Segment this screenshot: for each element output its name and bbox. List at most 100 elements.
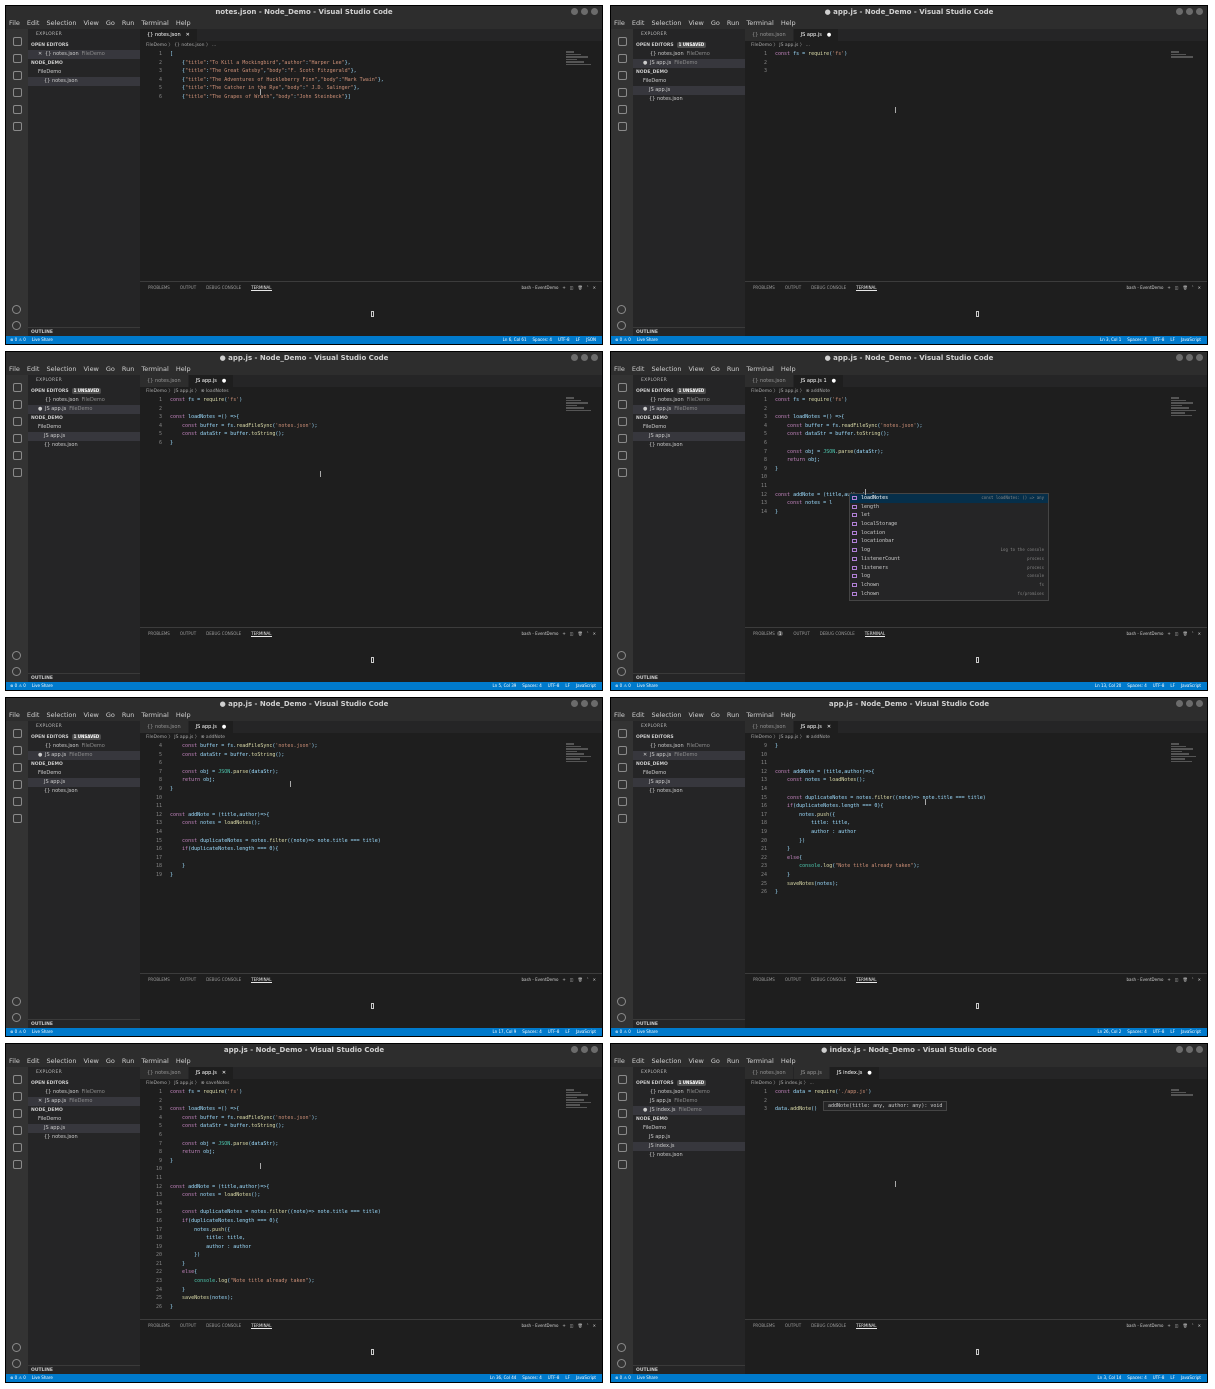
menu-run[interactable]: Run (727, 1056, 739, 1067)
close-button[interactable] (591, 8, 598, 15)
account-icon[interactable] (12, 997, 21, 1006)
close-button[interactable] (591, 354, 598, 361)
status-item[interactable]: LF (1170, 1374, 1175, 1382)
open-editor-item[interactable]: {} notes.json FileDemo (633, 742, 745, 751)
status-item[interactable]: Spaces: 4 (522, 682, 541, 690)
menu-view[interactable]: View (688, 18, 703, 29)
menu-file[interactable]: File (9, 18, 20, 29)
trash-icon[interactable]: 🗑 (578, 285, 583, 290)
split-icon[interactable]: ◫ (570, 1323, 574, 1328)
outline-header[interactable]: OUTLINE (633, 327, 745, 336)
suggestion-item[interactable]: listeners process (850, 564, 1048, 573)
plus-icon[interactable]: + (1167, 285, 1170, 290)
live-share-status[interactable]: Live Share (32, 1028, 53, 1036)
extensions-icon[interactable] (12, 105, 22, 114)
terminal-selector[interactable]: bash - EventDemo (521, 977, 558, 982)
extensions-icon[interactable] (617, 105, 627, 114)
editor-tab[interactable]: {} notes.json (745, 29, 794, 41)
live-share-status[interactable]: Live Share (32, 682, 53, 690)
panel-tab-problems[interactable]: PROBLEMS (148, 285, 170, 291)
open-editors-header[interactable]: OPEN EDITORS 1 UNSAVED (28, 387, 140, 396)
account-icon[interactable] (617, 305, 626, 314)
maximize-button[interactable] (581, 8, 588, 15)
panel-tab-problems[interactable]: PROBLEMS (148, 631, 170, 637)
search-icon[interactable] (12, 400, 22, 409)
live-share-icon[interactable] (12, 468, 22, 477)
close-icon[interactable]: ✕ (593, 285, 596, 290)
terminal-selector[interactable]: bash - EventDemo (1126, 631, 1163, 636)
plus-icon[interactable]: + (1167, 977, 1170, 982)
menu-file[interactable]: File (614, 710, 625, 721)
menu-edit[interactable]: Edit (632, 1056, 645, 1067)
status-item[interactable]: Ln 5, Col 39 (492, 682, 516, 690)
open-editors-header[interactable]: OPEN EDITORS 1 UNSAVED (633, 41, 745, 50)
panel-tab-terminal[interactable]: TERMINAL (251, 977, 272, 983)
editor-tab[interactable]: JS app.js ✕ (188, 1067, 235, 1079)
live-share-icon[interactable] (12, 814, 22, 823)
status-item[interactable]: LF (1170, 682, 1175, 690)
gear-icon[interactable] (12, 667, 21, 676)
maximize-button[interactable] (1186, 8, 1193, 15)
terminal-cursor[interactable] (371, 657, 374, 663)
files-icon[interactable] (617, 729, 627, 738)
source-control-icon[interactable] (12, 71, 22, 80)
menu-view[interactable]: View (688, 710, 703, 721)
menu-help[interactable]: Help (176, 364, 191, 375)
files-icon[interactable] (617, 383, 627, 392)
trash-icon[interactable]: 🗑 (578, 631, 583, 636)
menu-selection[interactable]: Selection (46, 18, 76, 29)
breadcrumb[interactable]: FileDemo 〉 JS app.js 〉 ⊗ addNote (751, 734, 830, 742)
file-tree-item[interactable]: JS app.js (28, 778, 140, 787)
split-icon[interactable]: ◫ (1175, 631, 1179, 636)
editor-tab[interactable]: {} notes.json (745, 375, 794, 387)
code-editor[interactable]: 1 const fs = require('fs') 2 3 const loadNot… (140, 1088, 602, 1311)
plus-icon[interactable]: + (562, 631, 565, 636)
status-item[interactable]: LF (565, 682, 570, 690)
tab-close-icon[interactable]: ● (222, 378, 226, 384)
menu-edit[interactable]: Edit (27, 1056, 40, 1067)
menu-help[interactable]: Help (781, 18, 796, 29)
menu-view[interactable]: View (83, 364, 98, 375)
file-tree-item[interactable]: {} notes.json (28, 441, 140, 450)
status-item[interactable]: Spaces: 4 (1127, 682, 1146, 690)
open-editor-item[interactable]: ● JS app.js FileDemo (28, 751, 140, 760)
search-icon[interactable] (617, 54, 627, 63)
menu-run[interactable]: Run (122, 18, 134, 29)
close-button[interactable] (1196, 1046, 1203, 1053)
terminal-cursor[interactable] (976, 1003, 979, 1009)
panel-tab-output[interactable]: OUTPUT (785, 1323, 801, 1329)
suggestion-item[interactable]: let (850, 511, 1048, 520)
outline-header[interactable]: OUTLINE (633, 1019, 745, 1028)
breadcrumb[interactable]: FileDemo 〉 JS app.js 〉 ⊗ addNote (751, 388, 830, 396)
extensions-icon[interactable] (12, 797, 22, 806)
minimize-button[interactable] (1176, 8, 1183, 15)
panel-tab-problems[interactable]: PROBLEMS (753, 977, 775, 983)
code-editor[interactable]: 1[2 {"title":"To Kill a Mockingbird","au… (140, 50, 602, 102)
maximize-button[interactable] (1186, 354, 1193, 361)
tab-close-icon[interactable]: ● (832, 378, 836, 384)
minimize-button[interactable] (571, 354, 578, 361)
gear-icon[interactable] (617, 1359, 626, 1368)
editor-tab[interactable]: {} notes.json (745, 1067, 794, 1079)
breadcrumb[interactable]: FileDemo 〉 JS app.js 〉 ⊗ loadNotes (146, 388, 229, 396)
workspace-header[interactable]: NODE_DEMO (28, 760, 140, 769)
menu-go[interactable]: Go (106, 710, 115, 721)
open-editor-mark[interactable]: ● (643, 405, 650, 414)
open-editors-header[interactable]: OPEN EDITORS (28, 41, 140, 50)
menu-selection[interactable]: Selection (651, 364, 681, 375)
open-editors-header[interactable]: OPEN EDITORS 1 UNSAVED (633, 1079, 745, 1088)
terminal-cursor[interactable] (976, 311, 979, 317)
terminal-selector[interactable]: bash - EventDemo (521, 285, 558, 290)
run-debug-icon[interactable] (617, 434, 627, 443)
close-button[interactable] (1196, 8, 1203, 15)
menu-edit[interactable]: Edit (27, 710, 40, 721)
editor-tab[interactable]: JS app.js ✕ (793, 721, 840, 733)
files-icon[interactable] (12, 37, 22, 46)
run-debug-icon[interactable] (12, 88, 22, 97)
terminal-selector[interactable]: bash - EventDemo (521, 631, 558, 636)
plus-icon[interactable]: + (562, 285, 565, 290)
trash-icon[interactable]: 🗑 (578, 1323, 583, 1328)
status-item[interactable]: JavaScript (1181, 336, 1201, 344)
file-tree-item[interactable]: JS app.js (633, 86, 745, 95)
menu-run[interactable]: Run (727, 18, 739, 29)
